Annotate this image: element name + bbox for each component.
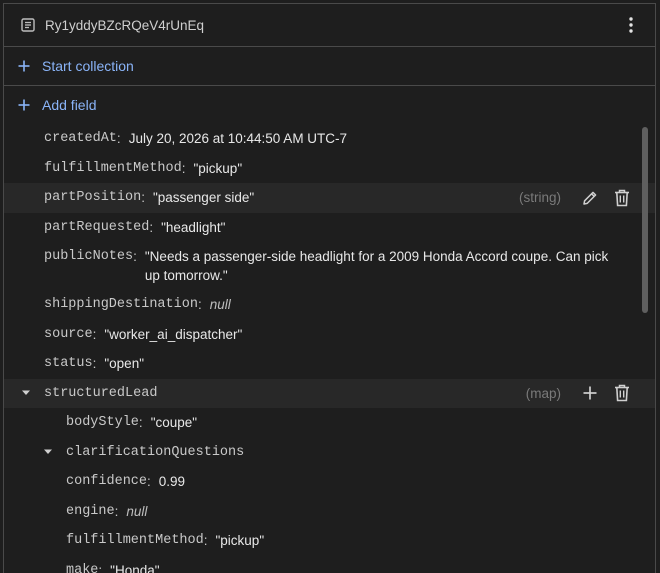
add-field-button[interactable]: Add field — [4, 86, 655, 124]
field-row-clarificationQuestions[interactable]: clarificationQuestions — [4, 438, 655, 468]
field-row-shippingDestination[interactable]: shippingDestination: null — [4, 290, 655, 320]
field-value: "pickup" — [193, 160, 243, 176]
field-key: partPosition — [44, 190, 142, 205]
field-key: engine — [66, 503, 115, 519]
field-value: null — [209, 297, 231, 312]
field-key: fulfillmentMethod — [44, 160, 182, 176]
plus-icon[interactable] — [577, 380, 603, 406]
scrollbar-thumb[interactable] — [642, 127, 648, 313]
field-type: (map) — [525, 385, 561, 401]
field-value: "pickup" — [215, 533, 265, 548]
field-key: make — [66, 562, 99, 573]
start-collection-button[interactable]: Start collection — [4, 47, 655, 86]
field-row-fulfillmentMethod[interactable]: fulfillmentMethod: "pickup" — [4, 154, 655, 184]
field-row-partPosition[interactable]: partPosition: "passenger side" (string) — [4, 183, 655, 213]
field-key: bodyStyle — [66, 415, 139, 430]
caret-down-icon[interactable] — [21, 384, 33, 403]
field-value: "headlight" — [161, 219, 226, 235]
field-value: "coupe" — [150, 415, 198, 430]
field-row-createdAt[interactable]: createdAt: July 20, 2026 at 10:44:50 AM … — [4, 124, 655, 154]
field-list: createdAt: July 20, 2026 at 10:44:50 AM … — [4, 124, 655, 573]
field-row-engine[interactable]: engine: null — [4, 497, 655, 527]
field-key: structuredLead — [44, 385, 158, 401]
document-panel: Ry1yddyBZcRQeV4rUnEq Start collection Ad… — [3, 3, 656, 573]
field-key: shippingDestination — [44, 297, 198, 312]
field-key: confidence — [66, 474, 148, 489]
plus-icon — [18, 60, 30, 72]
field-row-fulfillmentMethod-nested[interactable]: fulfillmentMethod: "pickup" — [4, 526, 655, 556]
field-row-source[interactable]: source: "worker_ai_dispatcher" — [4, 320, 655, 350]
field-tools: (string) — [518, 183, 635, 212]
field-key: createdAt — [44, 131, 117, 146]
field-row-publicNotes[interactable]: publicNotes: "Needs a passenger-side hea… — [4, 242, 655, 290]
document-header: Ry1yddyBZcRQeV4rUnEq — [4, 4, 655, 47]
plus-icon — [18, 99, 30, 111]
field-value: "passenger side" — [152, 190, 255, 205]
field-value: "worker_ai_dispatcher" — [104, 326, 243, 342]
field-row-make[interactable]: make: "Honda" — [4, 556, 655, 573]
field-value: "Needs a passenger-side headlight for a … — [144, 249, 609, 283]
field-row-structuredLead[interactable]: structuredLead (map) — [4, 378, 655, 408]
field-value: July 20, 2026 at 10:44:50 AM UTC-7 — [128, 131, 348, 146]
field-key: fulfillmentMethod — [66, 533, 204, 548]
trash-icon[interactable] — [609, 185, 635, 211]
add-field-label: Add field — [42, 97, 97, 113]
field-row-bodyStyle[interactable]: bodyStyle: "coupe" — [4, 408, 655, 438]
field-value: null — [126, 503, 148, 519]
field-tools: (map) — [525, 378, 635, 408]
field-type: (string) — [518, 190, 561, 205]
more-vert-icon[interactable] — [621, 15, 641, 35]
field-row-status[interactable]: status: "open" — [4, 349, 655, 379]
start-collection-label: Start collection — [42, 58, 134, 74]
field-row-partRequested[interactable]: partRequested: "headlight" — [4, 213, 655, 243]
trash-icon[interactable] — [609, 380, 635, 406]
field-value: "open" — [104, 356, 144, 371]
field-key: partRequested — [44, 219, 150, 235]
field-key: clarificationQuestions — [66, 444, 245, 460]
field-key: source — [44, 326, 93, 342]
caret-down-icon[interactable] — [43, 443, 55, 462]
field-value: "Honda" — [110, 562, 160, 573]
pencil-icon[interactable] — [577, 185, 603, 211]
field-row-confidence[interactable]: confidence: 0.99 — [4, 467, 655, 497]
field-key: status — [44, 356, 93, 371]
document-id: Ry1yddyBZcRQeV4rUnEq — [45, 17, 205, 33]
field-key: publicNotes — [44, 249, 134, 264]
document-icon — [20, 17, 36, 33]
field-value: 0.99 — [158, 474, 186, 489]
